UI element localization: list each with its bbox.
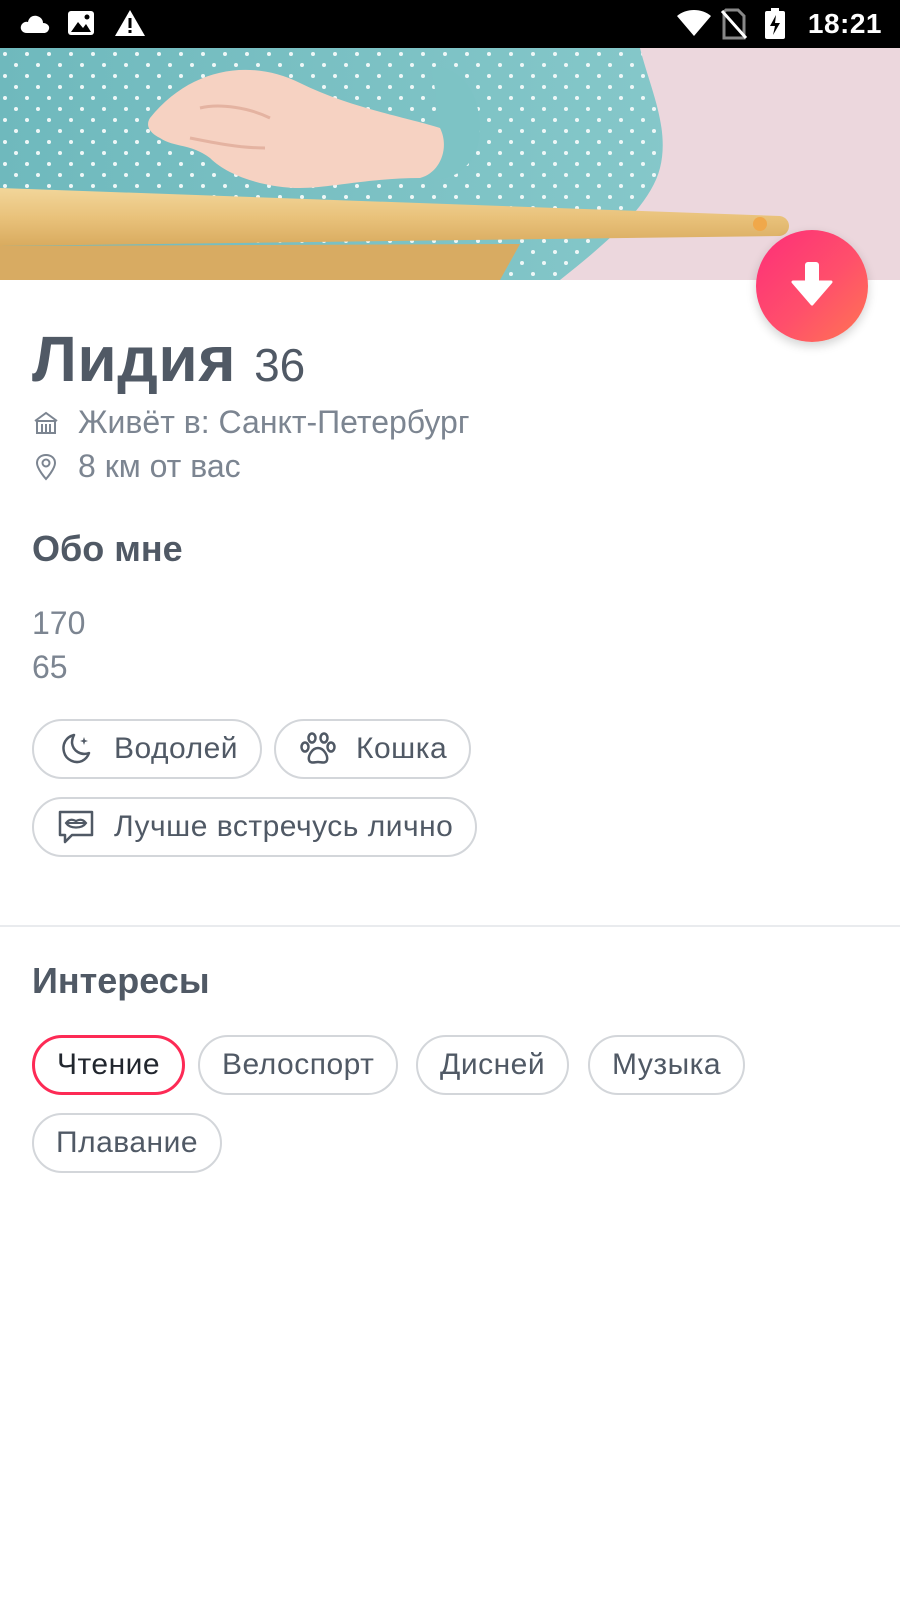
chip-label: Чтение [57, 1048, 161, 1081]
profile-header: Лидия 36 [32, 322, 305, 396]
about-line: 65 [32, 649, 68, 685]
download-button[interactable] [756, 230, 868, 342]
moon-stars-icon [56, 729, 96, 769]
status-time: 18:21 [807, 8, 882, 39]
chip-label: Лучше встречусь лично [114, 810, 454, 843]
interests-title: Интересы [32, 960, 210, 1001]
chat-lips-icon [56, 807, 96, 847]
chip-pet[interactable]: Кошка [274, 719, 472, 779]
about-title: Обо мне [32, 528, 183, 569]
image-icon [66, 8, 98, 40]
chip-zodiac[interactable]: Водолей [32, 719, 263, 779]
lives-in-text: Живёт в: Санкт-Петербург [78, 404, 470, 440]
profile-age: 36 [254, 339, 306, 391]
wifi-icon [676, 8, 711, 40]
no-sim-icon [720, 8, 752, 40]
interest-chip-reading[interactable]: Чтение [32, 1035, 186, 1095]
chip-label: Музыка [612, 1048, 722, 1081]
status-bar: 18:21 [0, 0, 900, 48]
arrow-down-icon [790, 260, 834, 313]
warning-icon [114, 8, 146, 40]
chip-label: Плавание [56, 1126, 199, 1159]
distance-row: 8 км от вас [32, 448, 241, 485]
interest-chip-cycling[interactable]: Велоспорт [198, 1035, 399, 1095]
about-line: 170 [32, 605, 86, 641]
distance-text: 8 км от вас [78, 448, 241, 484]
battery-charging-icon [764, 8, 796, 40]
interest-chip-swimming[interactable]: Плавание [32, 1113, 223, 1173]
status-right-icons: 18:21 [676, 6, 882, 42]
location-pin-icon [32, 453, 60, 481]
interest-chip-disney[interactable]: Дисней [416, 1035, 570, 1095]
section-divider [0, 925, 900, 927]
chip-label: Дисней [440, 1048, 546, 1081]
profile-name: Лидия [32, 323, 237, 395]
lives-in-row: Живёт в: Санкт-Петербург [32, 404, 470, 441]
paw-icon [298, 729, 338, 769]
cloud-icon [18, 8, 50, 40]
home-icon [32, 409, 60, 437]
chip-label: Водолей [114, 732, 239, 765]
chip-label: Велоспорт [222, 1048, 375, 1081]
chip-label: Кошка [356, 732, 448, 765]
chip-communication[interactable]: Лучше встречусь лично [32, 797, 478, 857]
profile-photo[interactable] [0, 48, 900, 280]
interest-chip-music[interactable]: Музыка [588, 1035, 746, 1095]
status-left-icons [18, 6, 146, 42]
